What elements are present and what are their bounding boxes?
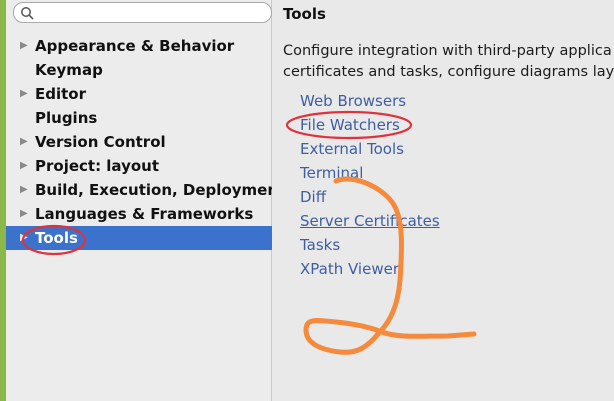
sidebar-item-editor[interactable]: ▶ Editor	[6, 82, 272, 106]
sidebar-item-label: Plugins	[35, 109, 98, 127]
settings-tree: ▶ Appearance & Behavior Keymap ▶ Editor …	[6, 34, 285, 250]
sidebar-item-label: Keymap	[35, 61, 103, 79]
search-icon	[21, 7, 34, 20]
page-title: Tools	[283, 5, 326, 23]
sidebar-item-project[interactable]: ▶ Project: layout	[6, 154, 272, 178]
link-server-certificates[interactable]: Server Certificates	[300, 209, 440, 233]
sidebar-item-plugins[interactable]: Plugins	[6, 106, 272, 130]
settings-content: Tools Configure integration with third-p…	[272, 0, 614, 401]
settings-sidebar: ▶ Appearance & Behavior Keymap ▶ Editor …	[6, 0, 285, 401]
expand-arrow-icon[interactable]: ▶	[20, 82, 30, 106]
expand-arrow-icon[interactable]: ▶	[20, 202, 30, 226]
tools-link-list: Web Browsers File Watchers External Tool…	[300, 89, 440, 281]
page-description: Configure integration with third-party a…	[283, 41, 614, 83]
expand-arrow-icon[interactable]: ▶	[20, 178, 30, 202]
sidebar-item-label: Languages & Frameworks	[35, 205, 254, 223]
description-line: Configure integration with third-party a…	[283, 43, 612, 59]
link-tasks[interactable]: Tasks	[300, 233, 440, 257]
link-file-watchers[interactable]: File Watchers	[300, 113, 440, 137]
link-web-browsers[interactable]: Web Browsers	[300, 89, 440, 113]
sidebar-item-label: Build, Execution, Deployment	[35, 181, 286, 199]
expand-arrow-icon[interactable]: ▶	[20, 154, 30, 178]
expand-arrow-icon[interactable]: ▶	[20, 226, 30, 250]
description-line: certificates and tasks, configure diagra…	[283, 64, 614, 80]
sidebar-item-tools[interactable]: ▶ Tools	[6, 226, 272, 250]
sidebar-item-languages-frameworks[interactable]: ▶ Languages & Frameworks	[6, 202, 272, 226]
sidebar-item-build-execution-deployment[interactable]: ▶ Build, Execution, Deployment	[6, 178, 285, 202]
sidebar-item-label: Editor	[35, 85, 86, 103]
sidebar-item-label: Project: layout	[35, 157, 160, 175]
search-input[interactable]	[40, 4, 265, 21]
sidebar-item-label: Version Control	[35, 133, 166, 151]
link-terminal[interactable]: Terminal	[300, 161, 440, 185]
sidebar-item-label: Tools	[35, 229, 78, 247]
sidebar-item-version-control[interactable]: ▶ Version Control	[6, 130, 272, 154]
link-xpath-viewer[interactable]: XPath Viewer	[300, 257, 440, 281]
link-external-tools[interactable]: External Tools	[300, 137, 440, 161]
sidebar-item-appearance-behavior[interactable]: ▶ Appearance & Behavior	[6, 34, 272, 58]
expand-arrow-icon[interactable]: ▶	[20, 130, 30, 154]
sidebar-item-keymap[interactable]: Keymap	[6, 58, 272, 82]
sidebar-item-label: Appearance & Behavior	[35, 37, 235, 55]
search-box[interactable]	[13, 2, 272, 23]
expand-arrow-icon[interactable]: ▶	[20, 34, 30, 58]
link-diff[interactable]: Diff	[300, 185, 440, 209]
